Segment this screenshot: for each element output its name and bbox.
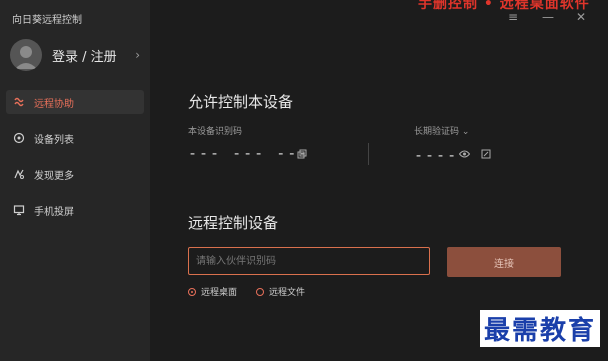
device-id-value: --- --- --- xyxy=(188,144,310,162)
sidebar: 向日葵远程控制 登录 / 注册 › 远程协助 设备列表 发现更多 手机投屏 xyxy=(0,0,150,361)
login-entry[interactable]: 登录 / 注册 › xyxy=(10,38,142,72)
radio-checked xyxy=(188,287,196,296)
sidebar-item-label: 发现更多 xyxy=(34,170,74,182)
remote-file-option[interactable]: 远程文件 xyxy=(256,285,305,298)
edit-icon[interactable] xyxy=(480,148,492,160)
main-panel: 手删控制 • 远程桌面软件 ≡ — ✕ 允许控制本设备 本设备识别码 --- -… xyxy=(150,0,608,361)
divider xyxy=(368,143,369,165)
sidebar-item-device-list[interactable]: 设备列表 xyxy=(6,126,144,150)
chevron-down-icon: ⌄ xyxy=(461,127,470,137)
sidebar-item-remote-assist[interactable]: 远程协助 xyxy=(6,90,144,114)
radio-label: 远程桌面 xyxy=(201,288,238,298)
avatar xyxy=(10,39,42,71)
copy-icon[interactable] xyxy=(296,148,308,160)
remote-control-title: 远程控制设备 xyxy=(188,214,279,232)
chevron-right-icon: › xyxy=(135,48,140,62)
sidebar-item-label: 手机投屏 xyxy=(34,206,74,218)
sidebar-item-screen-cast[interactable]: 手机投屏 xyxy=(6,198,144,222)
verify-code-label[interactable]: 长期验证码 ⌄ xyxy=(414,124,469,137)
watermark: 最需教育 xyxy=(480,310,601,347)
device-id-label: 本设备识别码 xyxy=(188,127,243,137)
radio-label: 远程文件 xyxy=(269,288,306,298)
minimize-icon[interactable]: — xyxy=(542,10,554,24)
eye-icon[interactable] xyxy=(458,148,470,160)
remote-desktop-option[interactable]: 远程桌面 xyxy=(188,285,237,298)
login-label: 登录 / 注册 xyxy=(52,49,117,65)
sidebar-nav: 远程协助 设备列表 发现更多 手机投屏 xyxy=(6,90,144,234)
discover-icon xyxy=(12,167,26,181)
sidebar-item-discover[interactable]: 发现更多 xyxy=(6,162,144,186)
verify-code-label-text: 长期验证码 xyxy=(414,127,460,137)
connect-button[interactable]: 连接 xyxy=(447,247,561,277)
close-icon[interactable]: ✕ xyxy=(576,10,586,24)
menu-icon[interactable]: ≡ xyxy=(508,10,518,24)
allow-control-title: 允许控制本设备 xyxy=(188,93,294,111)
sidebar-item-label: 设备列表 xyxy=(34,134,74,146)
partner-id-input[interactable] xyxy=(188,247,430,275)
user-icon xyxy=(15,46,37,69)
screen-cast-icon xyxy=(12,203,26,217)
device-list-icon xyxy=(12,131,26,145)
banner-text: 手删控制 • 远程桌面软件 xyxy=(418,0,590,12)
app-title: 向日葵远程控制 xyxy=(12,15,82,26)
verify-code-value: ---- xyxy=(414,146,459,164)
sidebar-item-label: 远程协助 xyxy=(34,98,74,110)
radio-unchecked xyxy=(256,287,264,296)
remote-assist-icon xyxy=(12,95,26,109)
